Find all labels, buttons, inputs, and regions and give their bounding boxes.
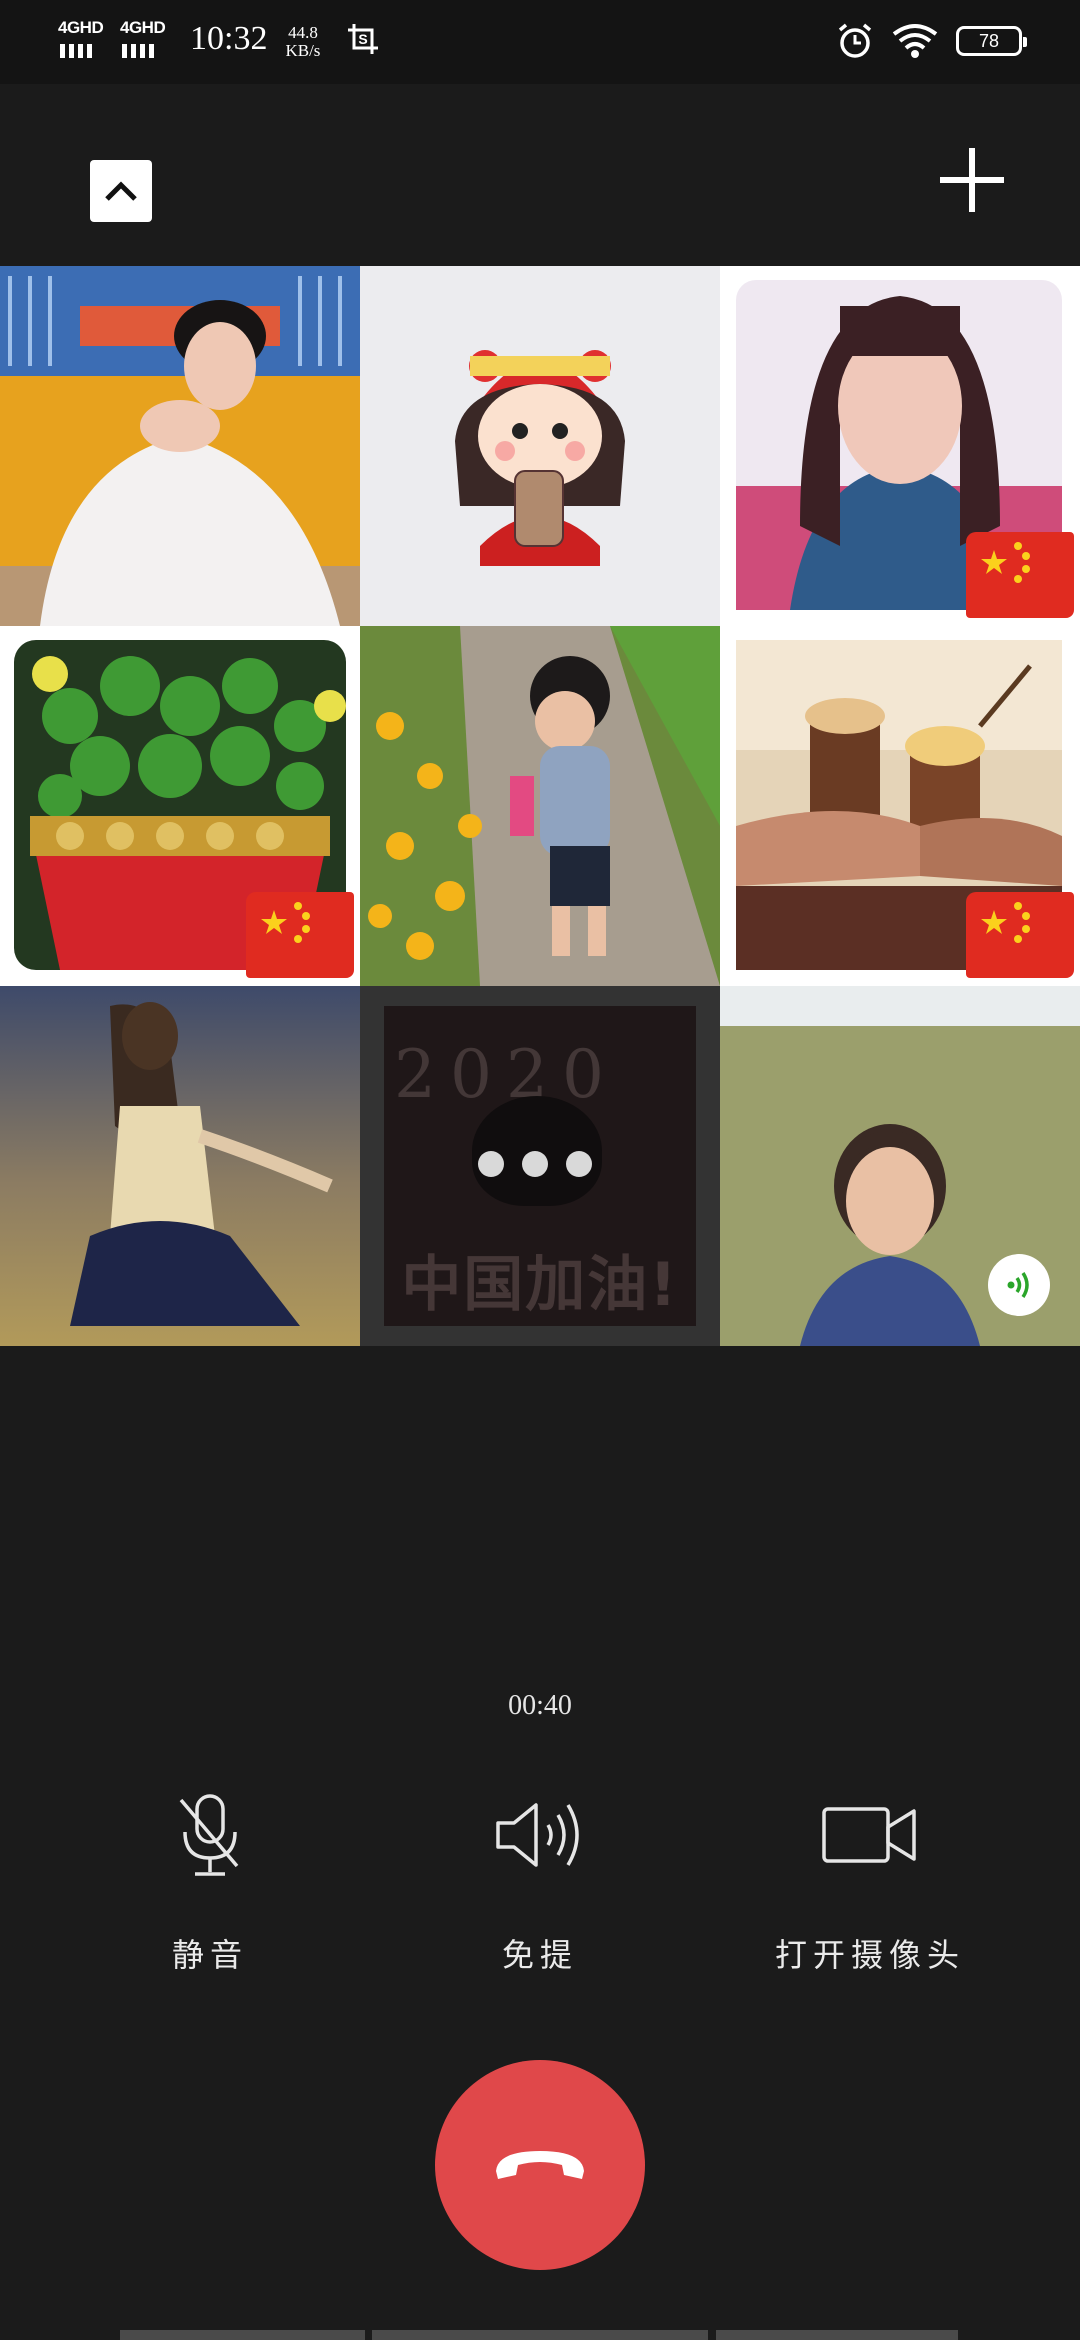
participant-tile[interactable] — [0, 266, 360, 626]
nav-indicator — [372, 2330, 708, 2340]
participant-tile[interactable]: 2020 中国加油! — [360, 986, 720, 1346]
network-type-label: 4GHD — [58, 18, 104, 37]
china-flag-icon — [966, 892, 1074, 978]
screenshot-icon: S — [348, 24, 379, 54]
speaker-label: 免提 — [501, 1936, 578, 1974]
plus-icon — [940, 148, 1004, 212]
participant-grid: 2020 中国加油! — [0, 266, 1080, 1346]
battery-level: 78 — [978, 30, 1000, 51]
speed-unit: KB/s — [285, 41, 321, 60]
network-type-label: 4GHD — [120, 18, 166, 37]
participant-avatar — [0, 266, 360, 626]
svg-text:S: S — [359, 31, 368, 47]
camera-button[interactable]: 打开摄像头 — [750, 1780, 990, 1976]
speaking-indicator-icon — [988, 1254, 1050, 1316]
mute-button[interactable]: 静音 — [90, 1780, 330, 1976]
battery-icon: 78 — [956, 26, 1027, 56]
alarm-icon — [838, 23, 872, 58]
camera-label: 打开摄像头 — [774, 1936, 965, 1974]
participant-tile[interactable] — [360, 626, 720, 986]
speaker-button[interactable]: 免提 — [420, 1780, 660, 1976]
participant-avatar — [360, 266, 720, 626]
call-timer: 00:40 — [508, 1690, 572, 1721]
participant-tile[interactable] — [360, 266, 720, 626]
nav-indicator — [120, 2330, 365, 2340]
participant-avatar — [360, 626, 720, 986]
video-camera-icon — [822, 1807, 916, 1863]
status-bar: 4GHD 4GHD 10:32 44.8 KB/s S 78 — [0, 0, 1080, 84]
speed-value: 44.8 — [288, 23, 318, 42]
speaker-icon — [496, 1803, 579, 1867]
connecting-dots-icon — [478, 1151, 592, 1177]
wifi-icon — [892, 24, 938, 58]
add-participant-button[interactable] — [936, 144, 1008, 216]
microphone-off-icon — [179, 1794, 239, 1876]
china-flag-icon — [966, 532, 1074, 618]
mute-label: 静音 — [171, 1936, 248, 1974]
hang-up-button[interactable] — [435, 2060, 645, 2270]
status-time: 10:32 — [190, 20, 268, 57]
participant-tile[interactable] — [0, 626, 360, 986]
nav-indicator — [716, 2330, 958, 2340]
participant-avatar — [0, 986, 360, 1346]
phone-hangup-icon — [496, 2151, 584, 2179]
chevron-up-icon — [105, 181, 137, 201]
participant-tile[interactable] — [720, 626, 1080, 986]
participant-tile[interactable] — [720, 266, 1080, 626]
participant-tile[interactable] — [0, 986, 360, 1346]
collapse-button[interactable] — [90, 160, 152, 222]
network-speed: 44.8 KB/s — [285, 24, 320, 60]
participant-tile[interactable] — [720, 986, 1080, 1346]
china-flag-icon — [246, 892, 354, 978]
signal-icon: 4GHD — [58, 18, 106, 60]
signal-icon: 4GHD — [120, 18, 168, 60]
